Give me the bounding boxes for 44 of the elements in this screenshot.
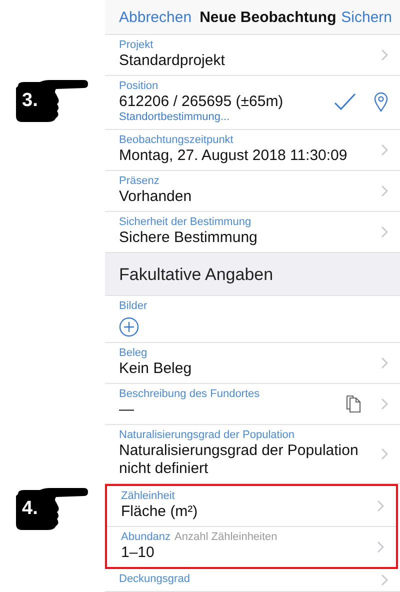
screen-title: Neue Beobachtung bbox=[200, 8, 336, 26]
chevron-icon bbox=[381, 144, 388, 156]
chevron-icon bbox=[377, 500, 384, 512]
field-value[interactable]: Vorhanden bbox=[119, 188, 375, 206]
field-hint: Anzahl Zähleinheiten bbox=[174, 531, 278, 544]
status-text: Standortbestimmung... bbox=[119, 111, 231, 124]
field-value[interactable]: Naturalisierungsgrad der Population nicht definiert bbox=[119, 442, 375, 478]
copy-icon[interactable] bbox=[345, 394, 363, 412]
field-value[interactable]: Montag, 27. August 2018 11:30:09 bbox=[119, 147, 375, 165]
field-label: Beleg bbox=[119, 347, 148, 360]
field-value[interactable]: 1–10 bbox=[121, 544, 371, 562]
chevron-icon bbox=[381, 398, 388, 410]
field-label: Abundanz bbox=[121, 531, 171, 544]
cancel-button[interactable]: Abbrechen bbox=[119, 8, 192, 26]
chevron-icon bbox=[377, 540, 384, 552]
add-icon[interactable] bbox=[119, 317, 139, 337]
field-label: Naturalisierungsgrad der Population bbox=[119, 429, 294, 442]
field-label: Zähleinheit bbox=[121, 490, 175, 503]
field-value[interactable]: Fläche (m²) bbox=[121, 503, 371, 521]
field-label: Präsenz bbox=[119, 175, 160, 188]
field-value[interactable]: — bbox=[119, 401, 339, 419]
field-value[interactable]: Sichere Bestimmung bbox=[119, 229, 375, 247]
field-label: Bilder bbox=[119, 300, 148, 313]
chevron-icon bbox=[381, 448, 388, 460]
checkmark-icon[interactable] bbox=[334, 93, 356, 111]
section-header: Fakultative Angaben bbox=[105, 253, 400, 296]
field-label: Deckungsgrad bbox=[119, 573, 190, 586]
field-value[interactable]: 612206 / 265695 (±65m) bbox=[119, 93, 328, 111]
field-label: Beschreibung des Fundortes bbox=[119, 388, 260, 401]
step-number: 4. bbox=[22, 498, 38, 520]
field-label: Beobachtungszeitpunkt bbox=[119, 134, 234, 147]
field-value[interactable]: Kein Beleg bbox=[119, 360, 375, 378]
field-label: Projekt bbox=[119, 39, 154, 52]
chevron-icon bbox=[381, 356, 388, 368]
chevron-icon bbox=[381, 226, 388, 238]
field-label: Position bbox=[119, 80, 158, 93]
location-pin-icon[interactable] bbox=[374, 92, 388, 112]
chevron-icon bbox=[381, 48, 388, 60]
save-button[interactable]: Sichern bbox=[341, 8, 392, 26]
field-label: Sicherheit der Bestimmung bbox=[119, 216, 252, 229]
step-number: 3. bbox=[22, 90, 38, 112]
chevron-icon bbox=[381, 184, 388, 196]
chevron-icon bbox=[381, 574, 388, 586]
field-value[interactable]: Standardprojekt bbox=[119, 52, 375, 70]
